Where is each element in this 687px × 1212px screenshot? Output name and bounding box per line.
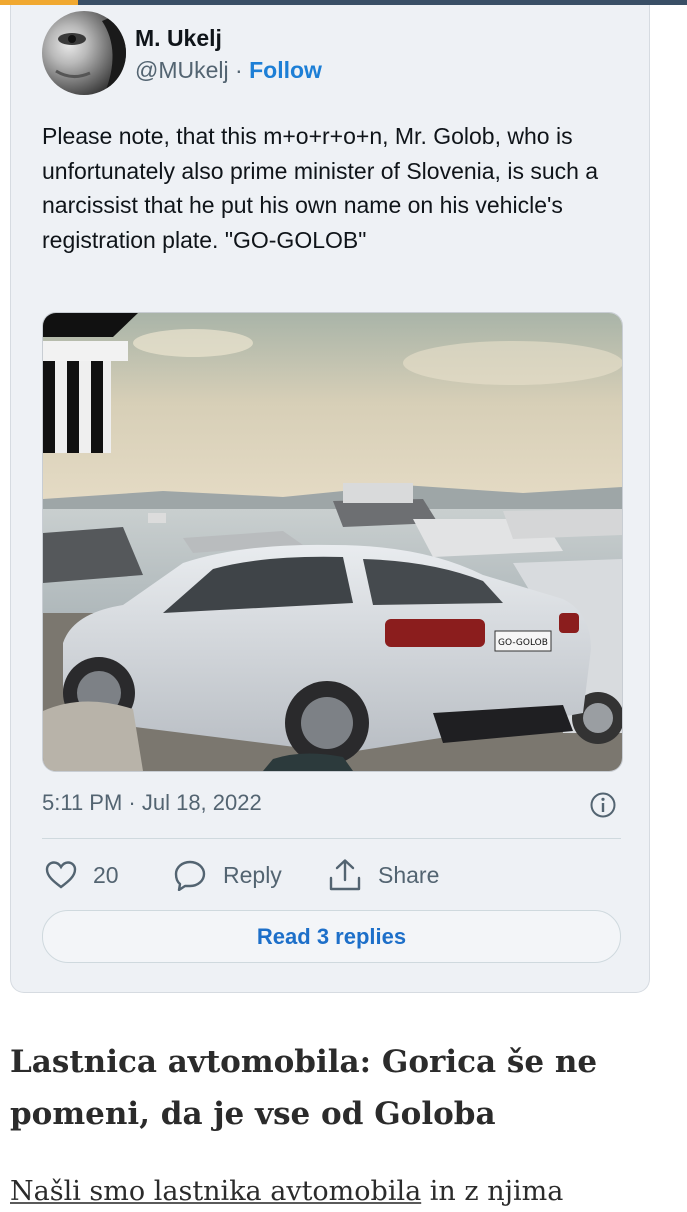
read-replies-button[interactable]: Read 3 replies xyxy=(42,910,621,963)
tweet-photo[interactable]: GO-GOLOB xyxy=(42,312,623,772)
author-handle-row: @MUkelj · Follow xyxy=(135,57,322,84)
follow-button[interactable]: Follow xyxy=(249,57,322,83)
tweet-embed-card: M. Ukelj @MUkelj · Follow Please note, t… xyxy=(10,5,650,993)
article-body: Našli smo lastnika avtomobila in z njima xyxy=(10,1172,670,1212)
separator-dot: · xyxy=(235,57,243,83)
author-handle[interactable]: @MUkelj xyxy=(135,57,229,83)
heart-icon xyxy=(45,861,77,889)
article-body-text: in z njima xyxy=(421,1176,564,1207)
info-icon[interactable] xyxy=(589,791,617,819)
avatar[interactable] xyxy=(42,11,126,95)
author-name[interactable]: M. Ukelj xyxy=(135,25,222,52)
like-count: 20 xyxy=(93,861,119,888)
article-body-link[interactable]: Našli smo lastnika avtomobila xyxy=(10,1176,421,1207)
divider xyxy=(42,838,621,839)
tweet-text: Please note, that this m+o+r+o+n, Mr. Go… xyxy=(42,123,599,253)
reply-button[interactable]: Reply xyxy=(173,858,282,892)
share-button[interactable]: Share xyxy=(328,858,439,892)
speech-bubble-icon xyxy=(174,860,206,891)
article-headline: Lastnica avtomobila: Gorica še ne pomeni… xyxy=(10,1044,598,1132)
reply-label: Reply xyxy=(223,861,282,888)
like-button[interactable]: 20 xyxy=(45,858,119,892)
tweet-timestamp[interactable]: 5:11 PM · Jul 18, 2022 xyxy=(42,790,262,816)
share-label: Share xyxy=(378,861,440,888)
share-upload-icon xyxy=(329,859,361,891)
plate-text: GO-GOLOB xyxy=(498,638,548,648)
